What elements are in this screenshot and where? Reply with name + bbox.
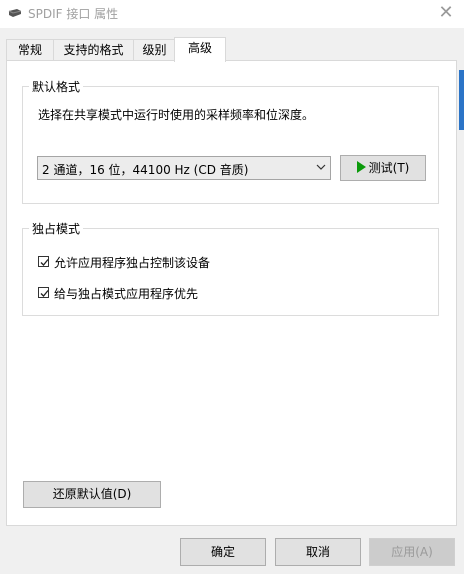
- test-button-label: 测试(T): [368, 161, 410, 175]
- test-button[interactable]: 测试(T): [340, 155, 426, 181]
- checkmark-icon: [40, 259, 49, 266]
- speaker-device-icon: [8, 9, 22, 17]
- exclusive-priority-label[interactable]: 给与独占模式应用程序优先: [54, 285, 198, 302]
- exclusive-mode-group: 独占模式: [22, 220, 439, 316]
- default-format-group: 默认格式: [22, 78, 439, 204]
- default-format-description: 选择在共享模式中运行时使用的采样频率和位深度。: [38, 108, 315, 122]
- format-select-value: 2 通道，16 位，44100 Hz (CD 音质): [42, 163, 249, 177]
- window-title: SPDIF 接口 属性: [28, 7, 119, 21]
- default-format-title: 默认格式: [29, 78, 84, 95]
- tab-advanced[interactable]: 高级: [174, 37, 226, 62]
- ok-button[interactable]: 确定: [180, 538, 266, 566]
- apply-button: 应用(A): [369, 538, 455, 566]
- cancel-button[interactable]: 取消: [275, 538, 361, 566]
- restore-defaults-button[interactable]: 还原默认值(D): [23, 481, 161, 508]
- checkmark-icon: [40, 290, 49, 297]
- exclusive-mode-title: 独占模式: [29, 220, 84, 237]
- play-icon: [356, 161, 366, 173]
- format-select[interactable]: 2 通道，16 位，44100 Hz (CD 音质): [37, 156, 331, 180]
- tab-levels[interactable]: 级别: [133, 39, 176, 60]
- allow-exclusive-checkbox[interactable]: [38, 256, 49, 267]
- chevron-down-icon: [316, 164, 326, 170]
- exclusive-priority-checkbox[interactable]: [38, 287, 49, 298]
- tab-general[interactable]: 常规: [6, 39, 54, 60]
- window-edge-accent: [459, 70, 464, 130]
- title-bar: SPDIF 接口 属性 ✕: [0, 0, 464, 28]
- close-button[interactable]: ✕: [432, 0, 460, 28]
- tab-supported-formats[interactable]: 支持的格式: [53, 39, 134, 60]
- allow-exclusive-label[interactable]: 允许应用程序独占控制该设备: [54, 254, 210, 271]
